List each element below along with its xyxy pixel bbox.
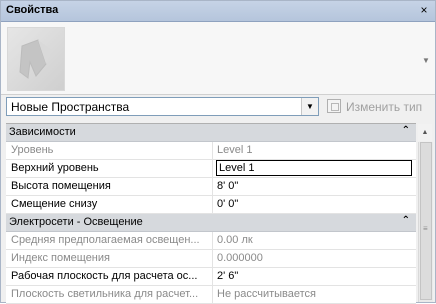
- title-bar: Свойства ×: [1, 1, 435, 22]
- property-value-input[interactable]: Level 1: [216, 160, 412, 176]
- section-title: Электросети - Освещение: [9, 216, 143, 228]
- panel-title: Свойства: [6, 4, 59, 16]
- property-name: Индекс помещения: [6, 250, 213, 267]
- property-value: Не рассчитывается: [217, 288, 317, 300]
- scroll-up-icon[interactable]: ▲: [418, 124, 432, 141]
- property-value[interactable]: 0' 0": [217, 196, 416, 213]
- property-value: Level 1: [217, 144, 253, 156]
- type-selector[interactable]: Новые Пространства ▼: [6, 97, 319, 116]
- type-preview: ▼: [1, 22, 435, 95]
- scrollbar-thumb[interactable]: [420, 142, 432, 300]
- property-value: 0.000000: [217, 252, 263, 264]
- property-name: Плоскость светильника для расчет...: [6, 286, 213, 303]
- property-row[interactable]: Смещение снизу 0' 0": [6, 196, 416, 214]
- edit-type-label: Изменить тип: [346, 100, 423, 114]
- property-row[interactable]: Верхний уровень Level 1: [6, 160, 416, 178]
- scrollbar[interactable]: ≡: [418, 142, 433, 302]
- property-name: Уровень: [6, 142, 213, 159]
- property-value: 0.00 лк: [217, 234, 253, 246]
- preview-dropdown-icon[interactable]: ▼: [422, 56, 430, 65]
- type-thumbnail-image: [7, 27, 65, 91]
- property-row: Плоскость светильника для расчет... Не р…: [6, 286, 416, 304]
- property-name: Средняя предполагаемая освещен...: [6, 232, 213, 249]
- property-row: Индекс помещения 0.000000: [6, 250, 416, 268]
- property-row[interactable]: Высота помещения 8' 0": [6, 178, 416, 196]
- section-header-constraints[interactable]: Зависимости ⌃: [6, 124, 416, 142]
- chevron-down-icon[interactable]: ▼: [301, 98, 318, 115]
- property-value[interactable]: 8' 0": [217, 178, 416, 195]
- property-name: Верхний уровень: [6, 160, 213, 177]
- property-value[interactable]: 2' 6": [217, 268, 416, 285]
- property-row[interactable]: Рабочая плоскость для расчета ос... 2' 6…: [6, 268, 416, 286]
- section-header-lighting[interactable]: Электросети - Освещение ⌃: [6, 214, 416, 232]
- properties-grid: Зависимости ⌃ Уровень Level 1 Верхний ур…: [6, 123, 416, 304]
- collapse-icon[interactable]: ⌃: [402, 215, 410, 226]
- edit-type-button[interactable]: Изменить тип: [325, 97, 433, 116]
- property-row: Уровень Level 1: [6, 142, 416, 160]
- close-icon[interactable]: ×: [417, 4, 431, 17]
- property-row: Средняя предполагаемая освещен... 0.00 л…: [6, 232, 416, 250]
- properties-panel: Свойства × ▼ Новые Пространства ▼ Измени…: [0, 0, 436, 304]
- property-name: Высота помещения: [6, 178, 213, 195]
- section-title: Зависимости: [9, 126, 76, 138]
- property-name: Рабочая плоскость для расчета ос...: [6, 268, 213, 285]
- scroll-grip-icon: ≡: [423, 224, 428, 233]
- type-selector-value: Новые Пространства: [11, 100, 130, 114]
- property-name: Смещение снизу: [6, 196, 213, 213]
- edit-type-icon: [327, 99, 341, 113]
- collapse-icon[interactable]: ⌃: [402, 125, 410, 136]
